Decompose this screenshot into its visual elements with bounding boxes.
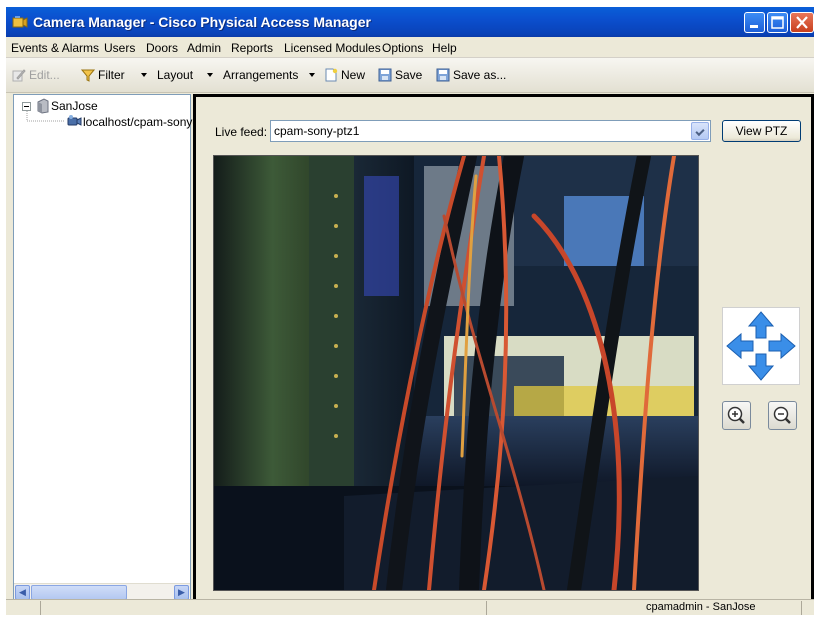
camera-app-icon (12, 16, 28, 28)
status-panel-divider (40, 601, 41, 615)
minimize-icon (750, 25, 758, 28)
save-as-button[interactable]: Save as... (436, 67, 506, 85)
live-feed-value: cpam-sony-ptz1 (274, 124, 360, 138)
window-title: Camera Manager - Cisco Physical Access M… (33, 14, 371, 30)
close-button[interactable] (790, 12, 814, 33)
camera-manager-window: Camera Manager - Cisco Physical Access M… (6, 7, 814, 615)
new-button[interactable]: New (324, 67, 365, 85)
view-ptz-button[interactable]: View PTZ (722, 120, 801, 142)
scroll-right-button[interactable]: ▶ (174, 585, 189, 600)
toolbar: Edit... Filter Layout Arrangements New S… (6, 58, 814, 93)
menu-bar: Events & Alarms Users Doors Admin Report… (6, 37, 814, 58)
chevron-down-icon[interactable] (691, 122, 709, 140)
live-feed-select[interactable]: cpam-sony-ptz1 (270, 120, 711, 142)
maximize-button[interactable] (767, 12, 788, 33)
tree-collapse-toggle[interactable] (22, 102, 31, 111)
menu-events-alarms[interactable]: Events & Alarms (11, 41, 99, 55)
camera-device-icon (67, 115, 82, 126)
arrangements-button[interactable]: Arrangements (223, 67, 298, 85)
menu-licensed-modules[interactable]: Licensed Modules (284, 41, 381, 55)
live-feed-label: Live feed: (215, 125, 268, 139)
menu-reports[interactable]: Reports (231, 41, 273, 55)
zoom-in-button[interactable] (722, 401, 751, 430)
maximize-icon (771, 16, 784, 29)
minimize-button[interactable] (744, 12, 765, 33)
status-user-site: cpamadmin - SanJose (646, 601, 756, 613)
status-bar: cpamadmin - SanJose (6, 599, 814, 615)
save-disk-icon (378, 68, 392, 82)
new-document-icon (325, 68, 338, 82)
site-tree-panel: SanJose localhost/cpam-sony-p ◀ ▶ (13, 94, 203, 602)
menu-help[interactable]: Help (432, 41, 457, 55)
zoom-out-button[interactable] (768, 401, 797, 430)
title-bar[interactable]: Camera Manager - Cisco Physical Access M… (6, 7, 814, 37)
filter-icon (81, 69, 95, 82)
ptz-arrows-icon (726, 311, 796, 381)
edit-button[interactable]: Edit... (12, 67, 60, 85)
camera-view-panel: Live feed: cpam-sony-ptz1 View PTZ (193, 94, 814, 602)
scroll-thumb[interactable] (31, 585, 127, 600)
layout-button[interactable]: Layout (157, 67, 193, 85)
status-panel-divider (801, 601, 802, 615)
live-video-feed (213, 155, 699, 591)
ptz-direction-pad[interactable] (722, 307, 800, 385)
zoom-in-icon (727, 406, 745, 424)
filter-button[interactable]: Filter (81, 67, 125, 85)
scroll-left-button[interactable]: ◀ (15, 585, 30, 600)
tree-connector-lines (26, 111, 64, 122)
layout-dropdown-arrow[interactable] (205, 67, 215, 83)
save-as-disk-icon (436, 68, 450, 82)
arrangements-dropdown-arrow[interactable] (307, 67, 317, 83)
camera-feed-image (214, 156, 698, 590)
status-panel-divider (486, 601, 487, 615)
menu-options[interactable]: Options (382, 41, 423, 55)
filter-dropdown-arrow[interactable] (139, 67, 149, 83)
close-icon (796, 16, 808, 29)
menu-admin[interactable]: Admin (187, 41, 221, 55)
save-button[interactable]: Save (378, 67, 422, 85)
menu-doors[interactable]: Doors (146, 41, 178, 55)
tree-node-camera[interactable]: localhost/cpam-sony-p (83, 115, 203, 129)
zoom-out-icon (773, 406, 791, 424)
menu-users[interactable]: Users (104, 41, 135, 55)
edit-pencil-icon (12, 69, 26, 82)
